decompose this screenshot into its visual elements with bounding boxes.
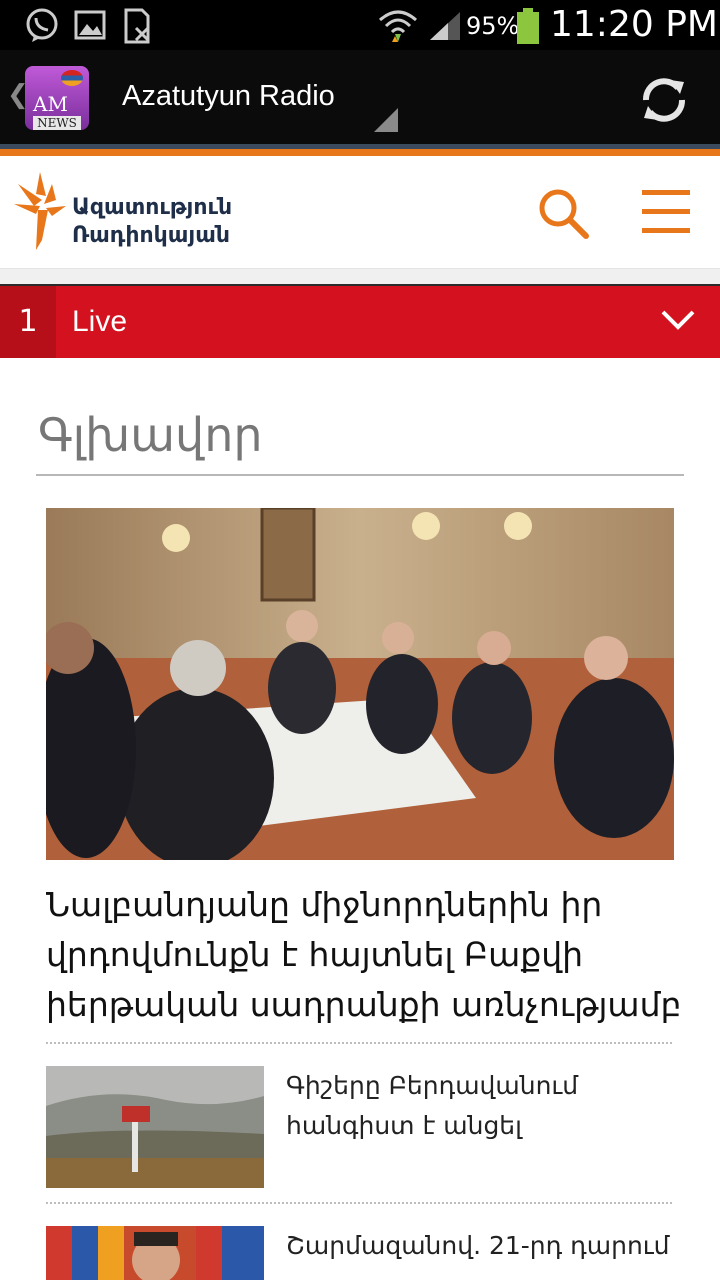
gallery-icon bbox=[74, 10, 106, 40]
story-thumbnail[interactable] bbox=[46, 1226, 264, 1280]
app-icon[interactable]: AM NEWS bbox=[25, 66, 89, 130]
header-stripe bbox=[0, 144, 720, 156]
site-header: Ազատություն Ռադիոկայան bbox=[0, 156, 720, 269]
torch-logo-icon[interactable] bbox=[12, 170, 68, 254]
logo-line-2: Ռադիոկայան bbox=[72, 223, 230, 248]
viber-icon bbox=[26, 8, 58, 42]
logo-line-1: Ազատություն bbox=[72, 195, 233, 220]
battery-icon bbox=[517, 8, 539, 44]
live-count-badge: 1 bbox=[0, 286, 56, 358]
app-title[interactable]: Azatutyun Radio bbox=[122, 80, 335, 113]
app-icon-sublabel: NEWS bbox=[33, 116, 81, 130]
armenia-flag-icon bbox=[61, 70, 83, 86]
story-thumbnail-illustration bbox=[46, 1226, 264, 1280]
app-action-bar: ❮ AM NEWS Azatutyun Radio bbox=[0, 50, 720, 144]
story-divider bbox=[46, 1202, 672, 1204]
battery-percent: 95% bbox=[466, 12, 520, 40]
story-title[interactable]: Գիշերը Բերդավանում հանգիստ է անցել bbox=[286, 1066, 686, 1146]
hero-photo[interactable] bbox=[46, 508, 674, 860]
wifi-icon bbox=[379, 10, 417, 42]
spinner-corner-indicator[interactable] bbox=[374, 108, 398, 132]
sim-card-icon bbox=[124, 8, 150, 44]
refresh-icon[interactable] bbox=[636, 74, 692, 126]
site-logo-text[interactable]: Ազատություն Ռադիոկայան bbox=[72, 194, 232, 250]
story-thumbnail-illustration bbox=[46, 1066, 264, 1188]
story-thumbnail[interactable] bbox=[46, 1066, 264, 1188]
chevron-down-icon[interactable] bbox=[660, 308, 696, 332]
section-divider bbox=[36, 474, 684, 476]
header-gap bbox=[0, 269, 720, 284]
story-divider bbox=[46, 1042, 672, 1044]
live-bar[interactable]: 1 Live bbox=[0, 284, 720, 358]
clock: 11:20 PM bbox=[550, 4, 718, 45]
section-title: Գլխավոր bbox=[38, 408, 263, 462]
story-title[interactable]: Շարմազանով. 21-րդ դարում bbox=[286, 1226, 686, 1266]
app-icon-label: AM bbox=[33, 92, 68, 116]
hero-photo-illustration bbox=[46, 508, 674, 860]
signal-icon bbox=[430, 12, 460, 40]
hamburger-menu-icon[interactable] bbox=[640, 188, 692, 236]
live-label: Live bbox=[72, 305, 128, 338]
search-icon[interactable] bbox=[538, 188, 590, 240]
hero-headline[interactable]: Նալբանդյանը միջնորդներին իր վրդովմունքն … bbox=[46, 880, 686, 1030]
status-bar: 95% 11:20 PM bbox=[0, 0, 720, 50]
